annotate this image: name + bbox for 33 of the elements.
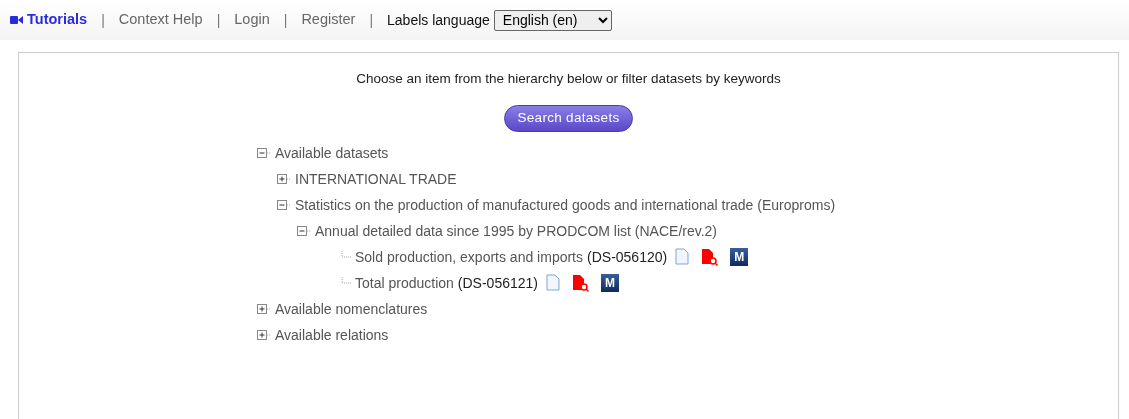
language-label: Labels language <box>387 10 490 30</box>
tree-node-label[interactable]: Available datasets <box>275 143 389 162</box>
nav-link[interactable]: Register <box>301 9 356 31</box>
expand-icon[interactable] <box>277 173 291 184</box>
document-search-icon[interactable] <box>701 247 719 266</box>
search-datasets-button[interactable]: Search datasets <box>504 105 633 132</box>
tree-node-label[interactable]: Sold production, exports and imports <box>355 247 583 266</box>
video-camera-icon <box>10 16 23 24</box>
nav-link[interactable]: Login <box>234 9 270 31</box>
dataset-code: (DS-056121) <box>457 273 538 292</box>
separator: | <box>369 10 374 30</box>
instruction-text: Choose an item from the hierarchy below or filter datasets by keywords <box>356 70 781 88</box>
expand-icon[interactable] <box>257 329 271 340</box>
expand-icon[interactable] <box>257 303 271 314</box>
separator: | <box>283 10 288 30</box>
tree-node-label[interactable]: INTERNATIONAL TRADE <box>295 169 457 188</box>
nav-link[interactable]: Context Help <box>118 9 203 31</box>
nav-link[interactable]: Tutorials <box>10 9 88 31</box>
tree-node-label[interactable]: Statistics on the production of manufactured goods and international trade (Europroms) <box>295 195 836 214</box>
language-select[interactable]: English (en) <box>493 9 612 31</box>
collapse-icon[interactable] <box>257 147 271 158</box>
separator: | <box>216 10 221 30</box>
metadata-icon[interactable]: M <box>601 273 619 292</box>
dataset-code: (DS-056120) <box>587 247 668 266</box>
tree-node-label[interactable]: Available relations <box>275 325 389 344</box>
tree-node-label[interactable]: Available nomenclatures <box>275 299 428 318</box>
collapse-icon[interactable] <box>277 199 291 210</box>
collapse-icon[interactable] <box>297 225 311 236</box>
tree-node-label[interactable]: Annual detailed data since 1995 by PRODCOM list (NACE/rev.2) <box>315 221 718 240</box>
document-search-icon[interactable] <box>572 273 589 292</box>
separator: | <box>101 10 105 30</box>
metadata-icon[interactable]: M <box>730 247 749 266</box>
tree-node-label[interactable]: Total production <box>355 273 454 292</box>
